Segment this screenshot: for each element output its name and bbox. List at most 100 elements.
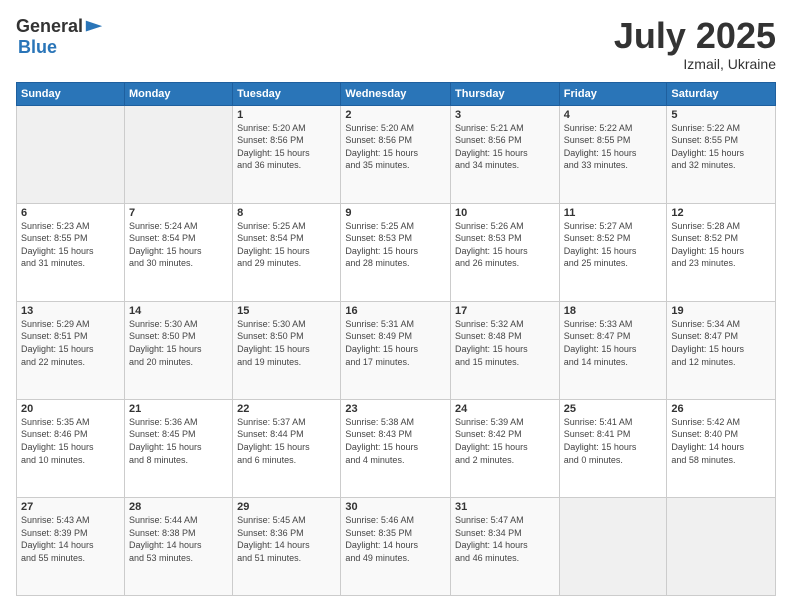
day-number: 13 <box>21 305 120 317</box>
day-header-thursday: Thursday <box>451 82 560 105</box>
day-info: Sunrise: 5:24 AM Sunset: 8:54 PM Dayligh… <box>129 220 228 270</box>
day-info: Sunrise: 5:22 AM Sunset: 8:55 PM Dayligh… <box>671 122 771 172</box>
day-number: 6 <box>21 207 120 219</box>
day-number: 29 <box>237 501 336 513</box>
calendar-location: Izmail, Ukraine <box>614 56 776 72</box>
calendar-cell: 29Sunrise: 5:45 AM Sunset: 8:36 PM Dayli… <box>233 497 341 595</box>
logo-blue-text: Blue <box>18 37 57 57</box>
day-number: 4 <box>564 109 663 121</box>
day-info: Sunrise: 5:36 AM Sunset: 8:45 PM Dayligh… <box>129 416 228 466</box>
day-number: 20 <box>21 403 120 415</box>
day-header-sunday: Sunday <box>17 82 125 105</box>
calendar-cell: 5Sunrise: 5:22 AM Sunset: 8:55 PM Daylig… <box>667 105 776 203</box>
day-header-saturday: Saturday <box>667 82 776 105</box>
title-block: July 2025 Izmail, Ukraine <box>614 16 776 72</box>
logo-flag-icon <box>84 17 104 37</box>
day-number: 2 <box>345 109 446 121</box>
calendar-cell: 15Sunrise: 5:30 AM Sunset: 8:50 PM Dayli… <box>233 301 341 399</box>
day-info: Sunrise: 5:42 AM Sunset: 8:40 PM Dayligh… <box>671 416 771 466</box>
day-number: 14 <box>129 305 228 317</box>
day-number: 27 <box>21 501 120 513</box>
calendar-cell: 11Sunrise: 5:27 AM Sunset: 8:52 PM Dayli… <box>559 203 667 301</box>
calendar-week-1: 1 Sunrise: 5:20 AM Sunset: 8:56 PM Daylig… <box>17 105 776 203</box>
day-number: 10 <box>455 207 555 219</box>
header: General Blue July 2025 Izmail, Ukraine <box>16 16 776 72</box>
day-header-tuesday: Tuesday <box>233 82 341 105</box>
day-info: Sunrise: 5:37 AM Sunset: 8:44 PM Dayligh… <box>237 416 336 466</box>
calendar-cell: 2Sunrise: 5:20 AM Sunset: 8:56 PM Daylig… <box>341 105 451 203</box>
calendar-cell: 17Sunrise: 5:32 AM Sunset: 8:48 PM Dayli… <box>451 301 560 399</box>
calendar-body: 1 Sunrise: 5:20 AM Sunset: 8:56 PM Daylig… <box>17 105 776 595</box>
calendar-cell <box>559 497 667 595</box>
logo: General Blue <box>16 16 104 58</box>
day-number: 15 <box>237 305 336 317</box>
calendar-cell: 10Sunrise: 5:26 AM Sunset: 8:53 PM Dayli… <box>451 203 560 301</box>
day-info: Sunrise: 5:20 AM Sunset: 8:56 PM Dayligh… <box>345 122 446 172</box>
calendar-cell: 25Sunrise: 5:41 AM Sunset: 8:41 PM Dayli… <box>559 399 667 497</box>
calendar-week-2: 6Sunrise: 5:23 AM Sunset: 8:55 PM Daylig… <box>17 203 776 301</box>
day-number: 18 <box>564 305 663 317</box>
calendar-cell: 23Sunrise: 5:38 AM Sunset: 8:43 PM Dayli… <box>341 399 451 497</box>
day-number: 11 <box>564 207 663 219</box>
calendar-cell: 27Sunrise: 5:43 AM Sunset: 8:39 PM Dayli… <box>17 497 125 595</box>
day-number: 3 <box>455 109 555 121</box>
day-info: Sunrise: 5:29 AM Sunset: 8:51 PM Dayligh… <box>21 318 120 368</box>
day-number: 7 <box>129 207 228 219</box>
calendar-cell: 28Sunrise: 5:44 AM Sunset: 8:38 PM Dayli… <box>124 497 232 595</box>
day-number: 30 <box>345 501 446 513</box>
day-info: Sunrise: 5:26 AM Sunset: 8:53 PM Dayligh… <box>455 220 555 270</box>
day-info: Sunrise: 5:25 AM Sunset: 8:54 PM Dayligh… <box>237 220 336 270</box>
calendar-cell: 19Sunrise: 5:34 AM Sunset: 8:47 PM Dayli… <box>667 301 776 399</box>
calendar-cell: 21Sunrise: 5:36 AM Sunset: 8:45 PM Dayli… <box>124 399 232 497</box>
calendar-cell: 24Sunrise: 5:39 AM Sunset: 8:42 PM Dayli… <box>451 399 560 497</box>
day-number: 21 <box>129 403 228 415</box>
day-number: 24 <box>455 403 555 415</box>
day-info: Sunrise: 5:27 AM Sunset: 8:52 PM Dayligh… <box>564 220 663 270</box>
calendar-cell: 3Sunrise: 5:21 AM Sunset: 8:56 PM Daylig… <box>451 105 560 203</box>
calendar-week-3: 13Sunrise: 5:29 AM Sunset: 8:51 PM Dayli… <box>17 301 776 399</box>
day-info: Sunrise: 5:35 AM Sunset: 8:46 PM Dayligh… <box>21 416 120 466</box>
day-number: 31 <box>455 501 555 513</box>
day-number: 22 <box>237 403 336 415</box>
calendar-cell: 12Sunrise: 5:28 AM Sunset: 8:52 PM Dayli… <box>667 203 776 301</box>
calendar-cell: 1Sunrise: 5:20 AM Sunset: 8:56 PM Daylig… <box>233 105 341 203</box>
day-info: Sunrise: 5:25 AM Sunset: 8:53 PM Dayligh… <box>345 220 446 270</box>
page: General Blue July 2025 Izmail, Ukraine S… <box>0 0 792 612</box>
logo-general-text: General <box>16 16 83 37</box>
day-info: Sunrise: 5:30 AM Sunset: 8:50 PM Dayligh… <box>129 318 228 368</box>
day-info: Sunrise: 5:34 AM Sunset: 8:47 PM Dayligh… <box>671 318 771 368</box>
day-info: Sunrise: 5:39 AM Sunset: 8:42 PM Dayligh… <box>455 416 555 466</box>
calendar-cell: 20Sunrise: 5:35 AM Sunset: 8:46 PM Dayli… <box>17 399 125 497</box>
day-info: Sunrise: 5:30 AM Sunset: 8:50 PM Dayligh… <box>237 318 336 368</box>
day-info: Sunrise: 5:46 AM Sunset: 8:35 PM Dayligh… <box>345 514 446 564</box>
day-info: Sunrise: 5:45 AM Sunset: 8:36 PM Dayligh… <box>237 514 336 564</box>
calendar-cell: 6Sunrise: 5:23 AM Sunset: 8:55 PM Daylig… <box>17 203 125 301</box>
calendar-week-5: 27Sunrise: 5:43 AM Sunset: 8:39 PM Dayli… <box>17 497 776 595</box>
day-info: Sunrise: 5:44 AM Sunset: 8:38 PM Dayligh… <box>129 514 228 564</box>
calendar-cell: 8Sunrise: 5:25 AM Sunset: 8:54 PM Daylig… <box>233 203 341 301</box>
calendar-cell: 13Sunrise: 5:29 AM Sunset: 8:51 PM Dayli… <box>17 301 125 399</box>
day-info: Sunrise: 5:28 AM Sunset: 8:52 PM Dayligh… <box>671 220 771 270</box>
day-header-wednesday: Wednesday <box>341 82 451 105</box>
day-info: Sunrise: 5:22 AM Sunset: 8:55 PM Dayligh… <box>564 122 663 172</box>
calendar-cell: 30Sunrise: 5:46 AM Sunset: 8:35 PM Dayli… <box>341 497 451 595</box>
day-info: Sunrise: 5:41 AM Sunset: 8:41 PM Dayligh… <box>564 416 663 466</box>
day-number: 8 <box>237 207 336 219</box>
calendar-cell: 31Sunrise: 5:47 AM Sunset: 8:34 PM Dayli… <box>451 497 560 595</box>
day-info: Sunrise: 5:21 AM Sunset: 8:56 PM Dayligh… <box>455 122 555 172</box>
day-number: 9 <box>345 207 446 219</box>
day-info: Sunrise: 5:31 AM Sunset: 8:49 PM Dayligh… <box>345 318 446 368</box>
calendar-cell: 16Sunrise: 5:31 AM Sunset: 8:49 PM Dayli… <box>341 301 451 399</box>
calendar-week-4: 20Sunrise: 5:35 AM Sunset: 8:46 PM Dayli… <box>17 399 776 497</box>
day-info: Sunrise: 5:23 AM Sunset: 8:55 PM Dayligh… <box>21 220 120 270</box>
calendar-table: SundayMondayTuesdayWednesdayThursdayFrid… <box>16 82 776 596</box>
day-number: 25 <box>564 403 663 415</box>
day-header-monday: Monday <box>124 82 232 105</box>
day-header-friday: Friday <box>559 82 667 105</box>
day-number: 19 <box>671 305 771 317</box>
day-number: 5 <box>671 109 771 121</box>
day-info: Sunrise: 5:32 AM Sunset: 8:48 PM Dayligh… <box>455 318 555 368</box>
calendar-cell: 14Sunrise: 5:30 AM Sunset: 8:50 PM Dayli… <box>124 301 232 399</box>
day-info: Sunrise: 5:43 AM Sunset: 8:39 PM Dayligh… <box>21 514 120 564</box>
day-number: 1 <box>237 109 336 121</box>
